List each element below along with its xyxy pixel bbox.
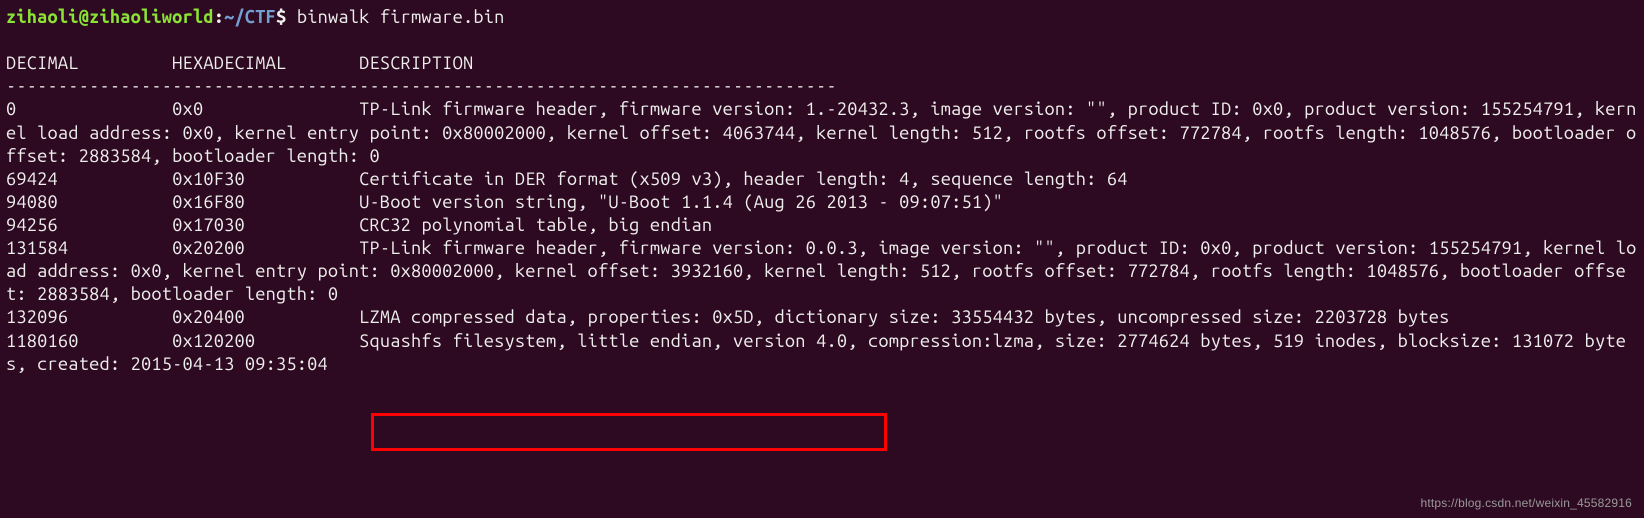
prompt-dollar: $: [276, 7, 297, 27]
row0-dec: 0: [6, 99, 16, 119]
row5-desc: LZMA compressed data, properties: 0x5D, …: [359, 307, 1449, 327]
terminal-output[interactable]: zihaoli@zihaoliworld:~/CTF$ binwalk firm…: [0, 0, 1644, 382]
row4-hex: 0x20200: [172, 238, 245, 258]
row4-dec: 131584: [6, 238, 68, 258]
row2-desc: U-Boot version string, "U-Boot 1.1.4 (Au…: [359, 192, 1003, 212]
row1-desc: Certificate in DER format (x509 v3), hea…: [359, 169, 1128, 189]
header-decimal: DECIMAL: [6, 53, 79, 73]
row5-dec: 132096: [6, 307, 68, 327]
row0-hex: 0x0: [172, 99, 203, 119]
row2-hex: 0x16F80: [172, 192, 245, 212]
prompt-colon: :: [214, 7, 224, 27]
prompt-path: ~/CTF: [224, 7, 276, 27]
command-text: binwalk firmware.bin: [297, 7, 505, 27]
watermark-text: https://blog.csdn.net/weixin_45582916: [1420, 496, 1632, 510]
divider-line: ----------------------------------------…: [6, 76, 837, 96]
highlight-box: [371, 413, 887, 451]
header-hexadecimal: HEXADECIMAL: [172, 53, 286, 73]
row2-dec: 94080: [6, 192, 58, 212]
header-description: DESCRIPTION: [359, 53, 473, 73]
row1-hex: 0x10F30: [172, 169, 245, 189]
row5-hex: 0x20400: [172, 307, 245, 327]
row6-dec: 1180160: [6, 331, 79, 351]
row6-hex: 0x120200: [172, 331, 255, 351]
row3-hex: 0x17030: [172, 215, 245, 235]
row3-dec: 94256: [6, 215, 58, 235]
row1-dec: 69424: [6, 169, 58, 189]
prompt-userhost: zihaoli@zihaoliworld: [6, 7, 214, 27]
row3-desc: CRC32 polynomial table, big endian: [359, 215, 712, 235]
